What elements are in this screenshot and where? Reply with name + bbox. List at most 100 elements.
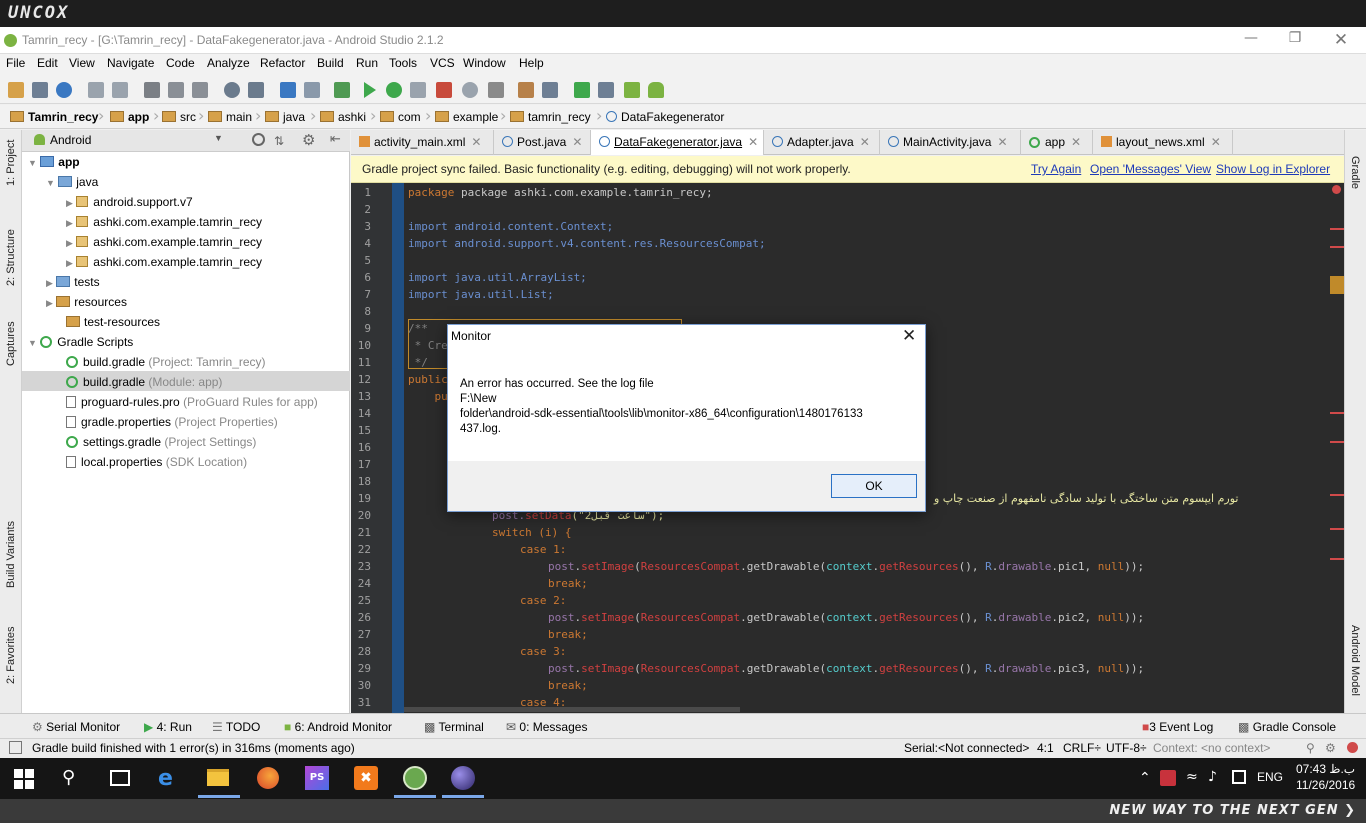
menu-refactor[interactable]: Refactor	[260, 56, 305, 70]
horizontal-scrollbar[interactable]	[404, 707, 740, 712]
menu-build[interactable]: Build	[317, 56, 344, 70]
tab-terminal[interactable]: ▩ Terminal	[424, 720, 484, 734]
tab-android-model[interactable]: Android Model	[1349, 625, 1361, 696]
open-folder-icon[interactable]	[8, 82, 24, 98]
menu-navigate[interactable]: Navigate	[107, 56, 154, 70]
tree-item-app[interactable]: ▼ app	[28, 155, 80, 169]
tab-app[interactable]: app ✕	[1021, 130, 1093, 155]
replace-icon[interactable]	[248, 82, 264, 98]
start-icon[interactable]	[14, 769, 34, 789]
ok-button[interactable]: OK	[831, 474, 917, 498]
android-studio-icon[interactable]	[403, 766, 427, 790]
error-mark[interactable]	[1330, 558, 1344, 560]
sync-gradle-icon[interactable]	[574, 82, 590, 98]
tab-messages[interactable]: ✉ 0: Messages	[506, 720, 587, 734]
tree-item-local-properties[interactable]: local.properties (SDK Location)	[66, 455, 247, 469]
error-mark[interactable]	[1330, 246, 1344, 248]
warning-mark[interactable]	[1330, 276, 1344, 294]
lock-icon[interactable]: ⚲	[1306, 741, 1315, 755]
make-project-icon[interactable]	[334, 82, 350, 98]
search-icon[interactable]: ⚲	[62, 767, 75, 788]
menu-file[interactable]: File	[6, 56, 25, 70]
firefox-icon[interactable]	[257, 767, 279, 789]
attach-debugger-icon[interactable]	[410, 82, 426, 98]
crumb-ashki[interactable]: ashki	[320, 110, 366, 124]
close-tab-icon[interactable]: ✕	[471, 135, 481, 149]
tree-item-package[interactable]: ▶ ashki.com.example.tamrin_recy	[66, 255, 262, 269]
inspector-icon[interactable]: ⚙	[1325, 741, 1336, 755]
paste-icon[interactable]	[192, 82, 208, 98]
hide-panel-icon[interactable]: ⇤	[330, 132, 341, 147]
file-explorer-icon[interactable]	[207, 769, 229, 786]
crumb-app[interactable]: app	[110, 110, 149, 124]
tab-layout-news[interactable]: layout_news.xml ✕	[1093, 130, 1233, 155]
error-mark[interactable]	[1330, 441, 1344, 443]
edge-icon[interactable]: e	[158, 766, 173, 791]
line-separator[interactable]: CRLF÷	[1063, 741, 1101, 755]
debug-icon[interactable]	[386, 82, 402, 98]
tab-structure[interactable]: 2: Structure	[5, 229, 17, 286]
close-tab-icon[interactable]: ✕	[1211, 135, 1221, 149]
tree-item-build-gradle[interactable]: build.gradle (Project: Tamrin_recy)	[66, 355, 266, 369]
show-hidden-icons[interactable]: ⌃	[1139, 770, 1151, 786]
serial-status[interactable]: Serial:<Not connected>	[904, 741, 1029, 755]
tab-todo[interactable]: ☰ TODO	[212, 720, 260, 734]
notifications-icon[interactable]	[1347, 742, 1358, 753]
tree-item-package[interactable]: ▶ ashki.com.example.tamrin_recy	[66, 215, 262, 229]
project-structure-icon[interactable]	[518, 82, 534, 98]
menu-code[interactable]: Code	[166, 56, 195, 70]
android-view-selector[interactable]: Android ▼	[34, 133, 224, 147]
crumb-project[interactable]: Tamrin_recy	[10, 110, 98, 124]
error-mark[interactable]	[1330, 412, 1344, 414]
sync-icon[interactable]	[56, 82, 72, 98]
tree-item-build-gradle-app[interactable]: build.gradle (Module: app)	[66, 375, 222, 389]
tree-item-package[interactable]: ▶ ashki.com.example.tamrin_recy	[66, 235, 262, 249]
xampp-icon[interactable]: ✖	[354, 766, 378, 790]
menu-edit[interactable]: Edit	[37, 56, 58, 70]
close-tab-icon[interactable]: ✕	[748, 135, 758, 149]
copy-icon[interactable]	[168, 82, 184, 98]
tab-datafakegenerator[interactable]: DataFakegenerator.java ✕	[591, 130, 764, 155]
maximize-button[interactable]: ❐	[1280, 30, 1310, 50]
tab-run[interactable]: ▶ 4: Run	[144, 720, 192, 734]
file-encoding[interactable]: UTF-8÷	[1106, 741, 1147, 755]
crumb-src[interactable]: src	[162, 110, 196, 124]
menu-analyze[interactable]: Analyze	[207, 56, 250, 70]
tree-item-resources[interactable]: ▶ resources	[46, 295, 127, 309]
find-icon[interactable]	[224, 82, 240, 98]
close-tab-icon[interactable]: ✕	[572, 135, 582, 149]
tree-item-tests[interactable]: ▶ tests	[46, 275, 100, 289]
error-mark[interactable]	[1330, 494, 1344, 496]
tab-gradle[interactable]: Gradle	[1349, 156, 1361, 189]
antivirus-icon[interactable]	[1160, 770, 1176, 786]
instant-run-icon[interactable]	[436, 82, 452, 98]
tree-item-test-resources[interactable]: test-resources	[66, 315, 160, 329]
tab-activity-main[interactable]: activity_main.xml ✕	[351, 130, 494, 155]
tab-android-monitor[interactable]: ■ 6: Android Monitor	[284, 720, 392, 734]
tab-gradle-console[interactable]: ▩ Gradle Console	[1238, 720, 1336, 734]
undo-icon[interactable]	[88, 82, 104, 98]
volume-icon[interactable]: ♪	[1208, 769, 1217, 785]
crumb-com[interactable]: com	[380, 110, 421, 124]
menu-run[interactable]: Run	[356, 56, 378, 70]
crumb-main[interactable]: main	[208, 110, 252, 124]
menu-tools[interactable]: Tools	[389, 56, 417, 70]
rerun-icon[interactable]	[462, 82, 478, 98]
error-indicator-icon[interactable]	[1332, 185, 1341, 194]
try-again-link[interactable]: Try Again	[1031, 162, 1081, 176]
error-mark[interactable]	[1330, 228, 1344, 230]
gear-icon[interactable]: ⚙	[302, 131, 315, 149]
save-icon[interactable]	[32, 82, 48, 98]
tab-event-log[interactable]: ■3 Event Log	[1142, 720, 1213, 734]
eclipse-icon[interactable]	[451, 766, 475, 790]
forward-icon[interactable]	[304, 82, 320, 98]
task-view-icon[interactable]	[110, 770, 130, 786]
collapse-all-icon[interactable]: ⇅	[274, 134, 284, 148]
tab-project[interactable]: 1: Project	[5, 140, 17, 186]
close-tab-icon[interactable]: ✕	[860, 135, 870, 149]
error-stripe[interactable]	[1330, 183, 1344, 713]
error-mark[interactable]	[1330, 528, 1344, 530]
menu-window[interactable]: Window	[463, 56, 506, 70]
clock-date[interactable]: 11/26/2016	[1296, 778, 1355, 792]
tree-item-proguard[interactable]: proguard-rules.pro (ProGuard Rules for a…	[66, 395, 318, 409]
